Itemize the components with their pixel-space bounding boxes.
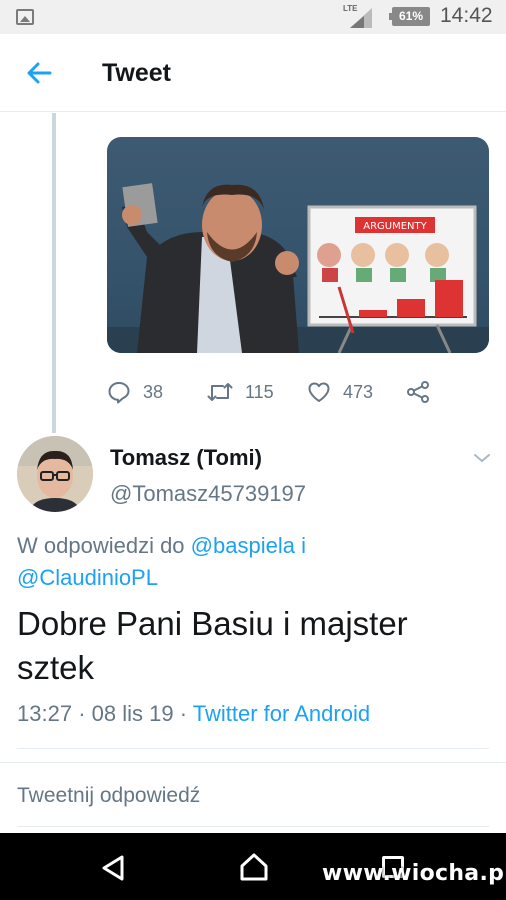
media-sign-text: ARGUMENTY	[363, 221, 427, 232]
tweet-date: 08 lis 19	[91, 701, 174, 726]
mention-conjunction: i	[301, 533, 306, 558]
meta-separator: ·	[78, 701, 86, 726]
signal-icon	[350, 8, 372, 28]
reply-button[interactable]: 38	[107, 374, 163, 410]
retweet-icon	[207, 383, 233, 401]
like-button[interactable]: 473	[307, 374, 373, 410]
tweet-time: 13:27	[17, 701, 73, 726]
clock: 14:42	[440, 4, 493, 27]
tweet-actions: 38 115 473	[107, 374, 447, 410]
mention-link[interactable]: @baspiela	[191, 533, 295, 558]
nav-home-icon[interactable]	[238, 852, 270, 882]
reply-input[interactable]: Tweetnij odpowiedź	[17, 784, 200, 808]
tweet-media-image[interactable]: ARGUMENTY	[107, 137, 489, 353]
divider	[0, 762, 506, 763]
author-handle[interactable]: @Tomasz45739197	[110, 481, 306, 507]
share-button[interactable]	[405, 374, 443, 410]
like-count: 473	[343, 381, 374, 402]
reply-count: 38	[143, 381, 164, 402]
nav-back-icon[interactable]	[100, 854, 126, 882]
avatar[interactable]	[17, 436, 93, 512]
divider	[17, 826, 489, 827]
mention-link[interactable]: @ClaudinioPL	[17, 565, 158, 590]
meta-separator: ·	[179, 701, 188, 726]
share-icon	[407, 381, 429, 403]
retweet-button[interactable]: 115	[207, 374, 274, 410]
watermark: www.wiocha.pl	[322, 861, 506, 886]
reply-context: W odpowiedzi do @baspiela i @ClaudinioPL	[17, 530, 487, 594]
chevron-down-icon[interactable]	[472, 448, 492, 468]
like-icon	[308, 382, 330, 402]
battery-level: 61%	[398, 9, 424, 23]
retweet-count: 115	[245, 381, 274, 402]
app-header: Tweet	[0, 34, 506, 112]
gallery-icon	[16, 9, 34, 25]
author-name[interactable]: Tomasz (Tomi)	[110, 445, 262, 471]
tweet-text: Dobre Pani Basiu i majster sztek	[17, 605, 408, 686]
reply-icon	[108, 382, 130, 404]
system-nav-bar: www.wiocha.pl	[0, 833, 506, 900]
arrow-left-icon[interactable]	[24, 58, 54, 88]
status-bar: LTE 61% 14:42	[0, 0, 506, 34]
divider	[17, 748, 489, 749]
thread-line	[52, 113, 56, 433]
tweet-client-link[interactable]: Twitter for Android	[193, 701, 370, 726]
page-title: Tweet	[102, 59, 171, 87]
battery-icon: 61%	[389, 7, 430, 26]
reply-prefix: W odpowiedzi do	[17, 533, 185, 558]
tweet-meta: 13:27 · 08 lis 19 · Twitter for Android	[17, 701, 370, 727]
